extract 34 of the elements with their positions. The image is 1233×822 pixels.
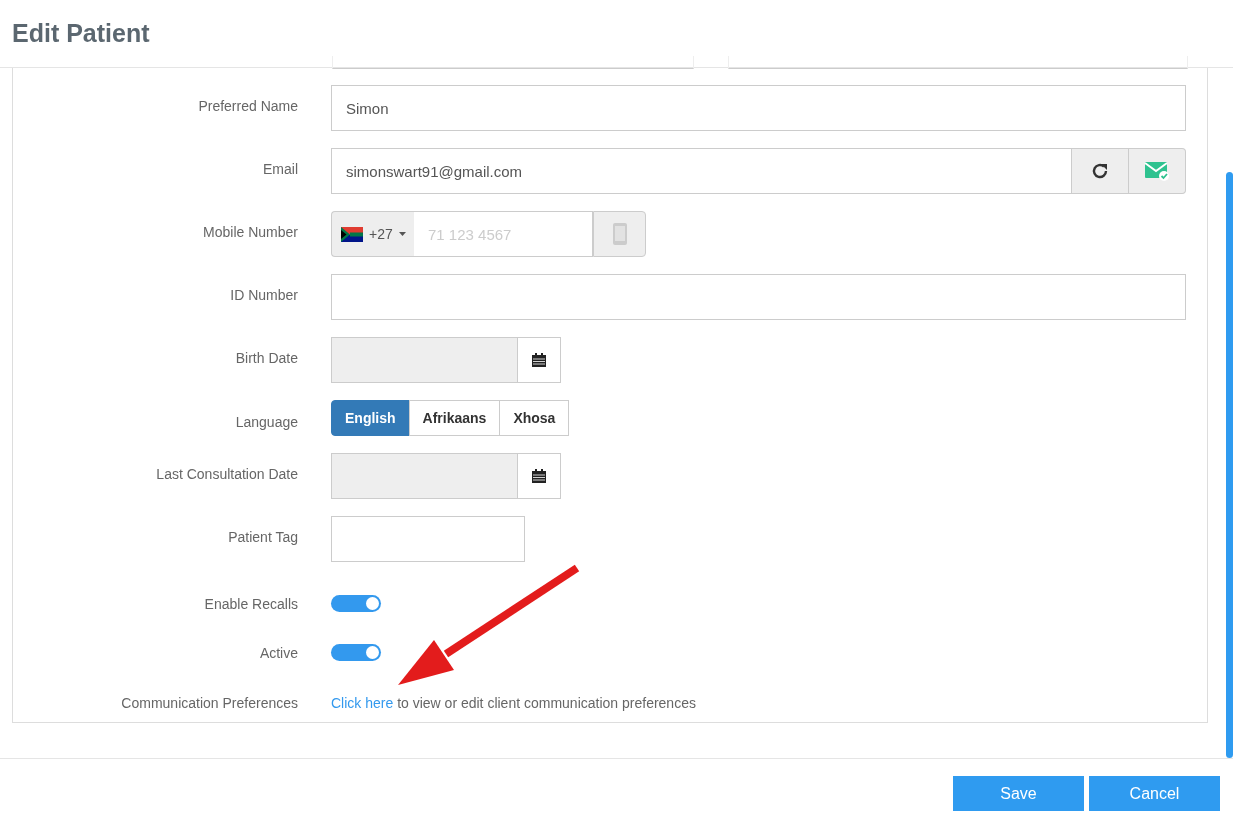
toggle-switch[interactable] xyxy=(331,644,381,661)
field-label: Email xyxy=(262,160,298,179)
field-label: Language xyxy=(234,413,298,432)
calendar-button[interactable] xyxy=(518,453,561,499)
calendar-icon xyxy=(532,353,546,367)
calendar-icon xyxy=(532,469,546,483)
language-option[interactable]: Afrikaans xyxy=(408,400,501,436)
email-field[interactable]: simonswart91@gmail.com xyxy=(331,148,1072,194)
refresh-button[interactable] xyxy=(1072,148,1129,194)
language-option[interactable]: Xhosa xyxy=(499,400,570,436)
toggle-switch[interactable] xyxy=(331,595,381,612)
language-option[interactable]: English xyxy=(331,400,410,436)
field-label: Preferred Name xyxy=(197,97,298,116)
date-field[interactable] xyxy=(331,337,518,383)
mail-check-icon xyxy=(1144,160,1170,182)
calendar-button[interactable] xyxy=(518,337,561,383)
input-field[interactable] xyxy=(331,274,1186,320)
phone-button[interactable] xyxy=(593,211,646,257)
field-label: Enable Recalls xyxy=(203,595,298,612)
input-field[interactable]: Simon xyxy=(331,85,1186,131)
field-label: Last Consultation Date xyxy=(155,465,298,484)
field-label: Birth Date xyxy=(234,349,298,368)
field-label: ID Number xyxy=(229,286,298,305)
scrollbar-thumb[interactable] xyxy=(1226,172,1233,758)
tag-field[interactable] xyxy=(331,516,525,562)
date-field[interactable] xyxy=(331,453,518,499)
window-title: Edit Patient xyxy=(12,19,150,48)
field-label: Mobile Number xyxy=(202,223,298,242)
mobile-phone-icon xyxy=(611,222,628,246)
field-label: Patient Tag xyxy=(227,528,298,547)
field-label: Active xyxy=(258,644,298,661)
refresh-icon xyxy=(1090,161,1110,181)
preferences-text: Click here to view or edit client communication preferences xyxy=(331,695,697,711)
field-label: Communication Preferences xyxy=(120,695,298,711)
